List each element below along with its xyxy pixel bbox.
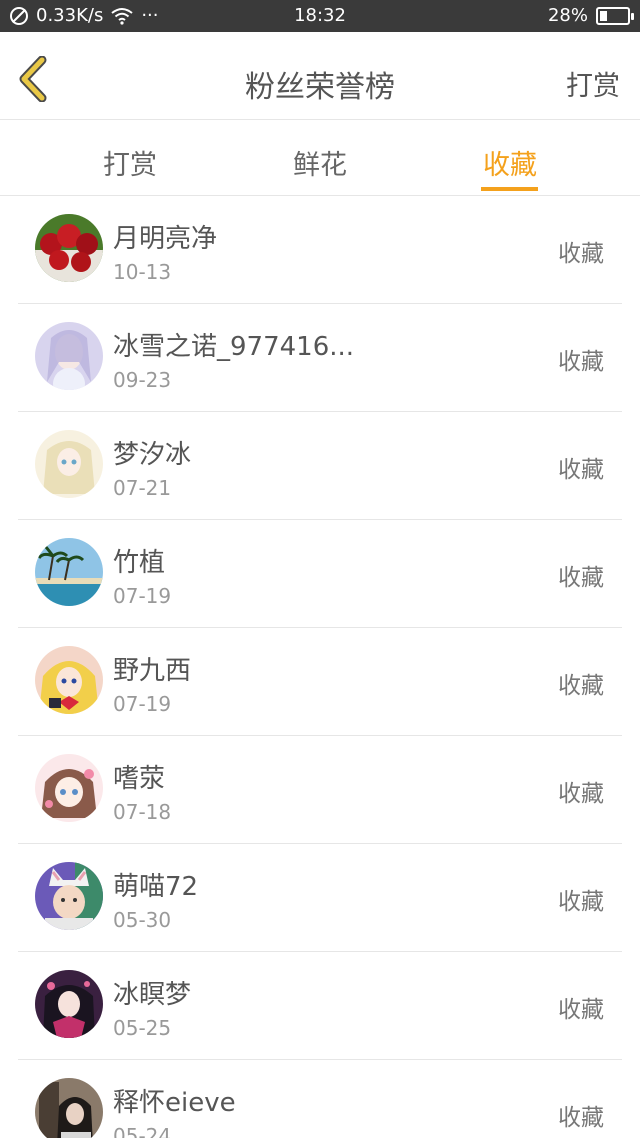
fan-date: 10-13 xyxy=(113,260,172,284)
fan-name: 梦汐冰 xyxy=(113,440,192,470)
list-item[interactable]: 嗜荥 07-18 收藏 xyxy=(18,736,622,844)
fan-date: 07-19 xyxy=(113,692,172,716)
avatar[interactable] xyxy=(35,970,103,1038)
list-item[interactable]: 释怀eieve 05-24 收藏 xyxy=(18,1060,622,1138)
fan-name: 释怀eieve xyxy=(113,1088,236,1118)
list-item[interactable]: 梦汐冰 07-21 收藏 xyxy=(18,412,622,520)
fan-name: 月明亮净 xyxy=(113,224,218,254)
fan-name: 竹植 xyxy=(113,548,166,578)
page-title: 粉丝荣誉榜 xyxy=(245,70,395,105)
nav-header: 粉丝荣誉榜 打赏 xyxy=(0,32,640,120)
fan-action: 收藏 xyxy=(558,889,604,915)
avatar[interactable] xyxy=(35,646,103,714)
list-item[interactable]: 冰瞑梦 05-25 收藏 xyxy=(18,952,622,1060)
fan-date: 05-25 xyxy=(113,1016,172,1040)
avatar[interactable] xyxy=(35,214,103,282)
fan-date: 05-30 xyxy=(113,908,172,932)
fan-action: 收藏 xyxy=(558,241,604,267)
tab-flowers[interactable]: 鲜花 xyxy=(260,143,380,182)
avatar[interactable] xyxy=(35,862,103,930)
avatar[interactable] xyxy=(35,1078,103,1138)
fan-action: 收藏 xyxy=(558,781,604,807)
active-tab-indicator xyxy=(481,187,538,191)
list-item[interactable]: 月明亮净 10-13 收藏 xyxy=(18,196,622,304)
avatar[interactable] xyxy=(35,430,103,498)
battery-percent: 28% xyxy=(547,5,588,26)
fan-date: 05-24 xyxy=(113,1124,172,1138)
avatar[interactable] xyxy=(35,322,103,390)
tab-reward[interactable]: 打赏 xyxy=(70,143,190,182)
fan-name: 萌喵72 xyxy=(113,872,199,902)
tab-favorites[interactable]: 收藏 xyxy=(450,143,570,182)
reward-button[interactable]: 打赏 xyxy=(566,64,620,103)
clock: 18:32 xyxy=(294,5,346,26)
fan-date: 07-21 xyxy=(113,476,172,500)
fan-name: 冰雪之诺_977416... xyxy=(113,332,355,362)
avatar[interactable] xyxy=(35,538,103,606)
list-item[interactable]: 冰雪之诺_977416... 09-23 收藏 xyxy=(18,304,622,412)
fan-action: 收藏 xyxy=(558,349,604,375)
fan-date: 07-18 xyxy=(113,800,172,824)
fan-action: 收藏 xyxy=(558,673,604,699)
fan-action: 收藏 xyxy=(558,1105,604,1131)
fan-date: 07-19 xyxy=(113,584,172,608)
list-item[interactable]: 萌喵72 05-30 收藏 xyxy=(18,844,622,952)
fan-action: 收藏 xyxy=(558,997,604,1023)
fan-action: 收藏 xyxy=(558,457,604,483)
fan-name: 野九西 xyxy=(113,656,192,686)
list-item[interactable]: 野九西 07-19 收藏 xyxy=(18,628,622,736)
battery-fill xyxy=(600,10,607,21)
status-bar: 0.33K/s ··· 18:32 28% xyxy=(0,0,640,32)
battery-icon xyxy=(596,6,634,25)
fan-date: 09-23 xyxy=(113,368,172,392)
fan-action: 收藏 xyxy=(558,565,604,591)
fan-name: 嗜荥 xyxy=(113,764,166,794)
fan-name: 冰瞑梦 xyxy=(113,980,192,1010)
tab-bar: 打赏 鲜花 收藏 xyxy=(0,121,640,196)
list-item[interactable]: 竹植 07-19 收藏 xyxy=(18,520,622,628)
avatar[interactable] xyxy=(35,754,103,822)
